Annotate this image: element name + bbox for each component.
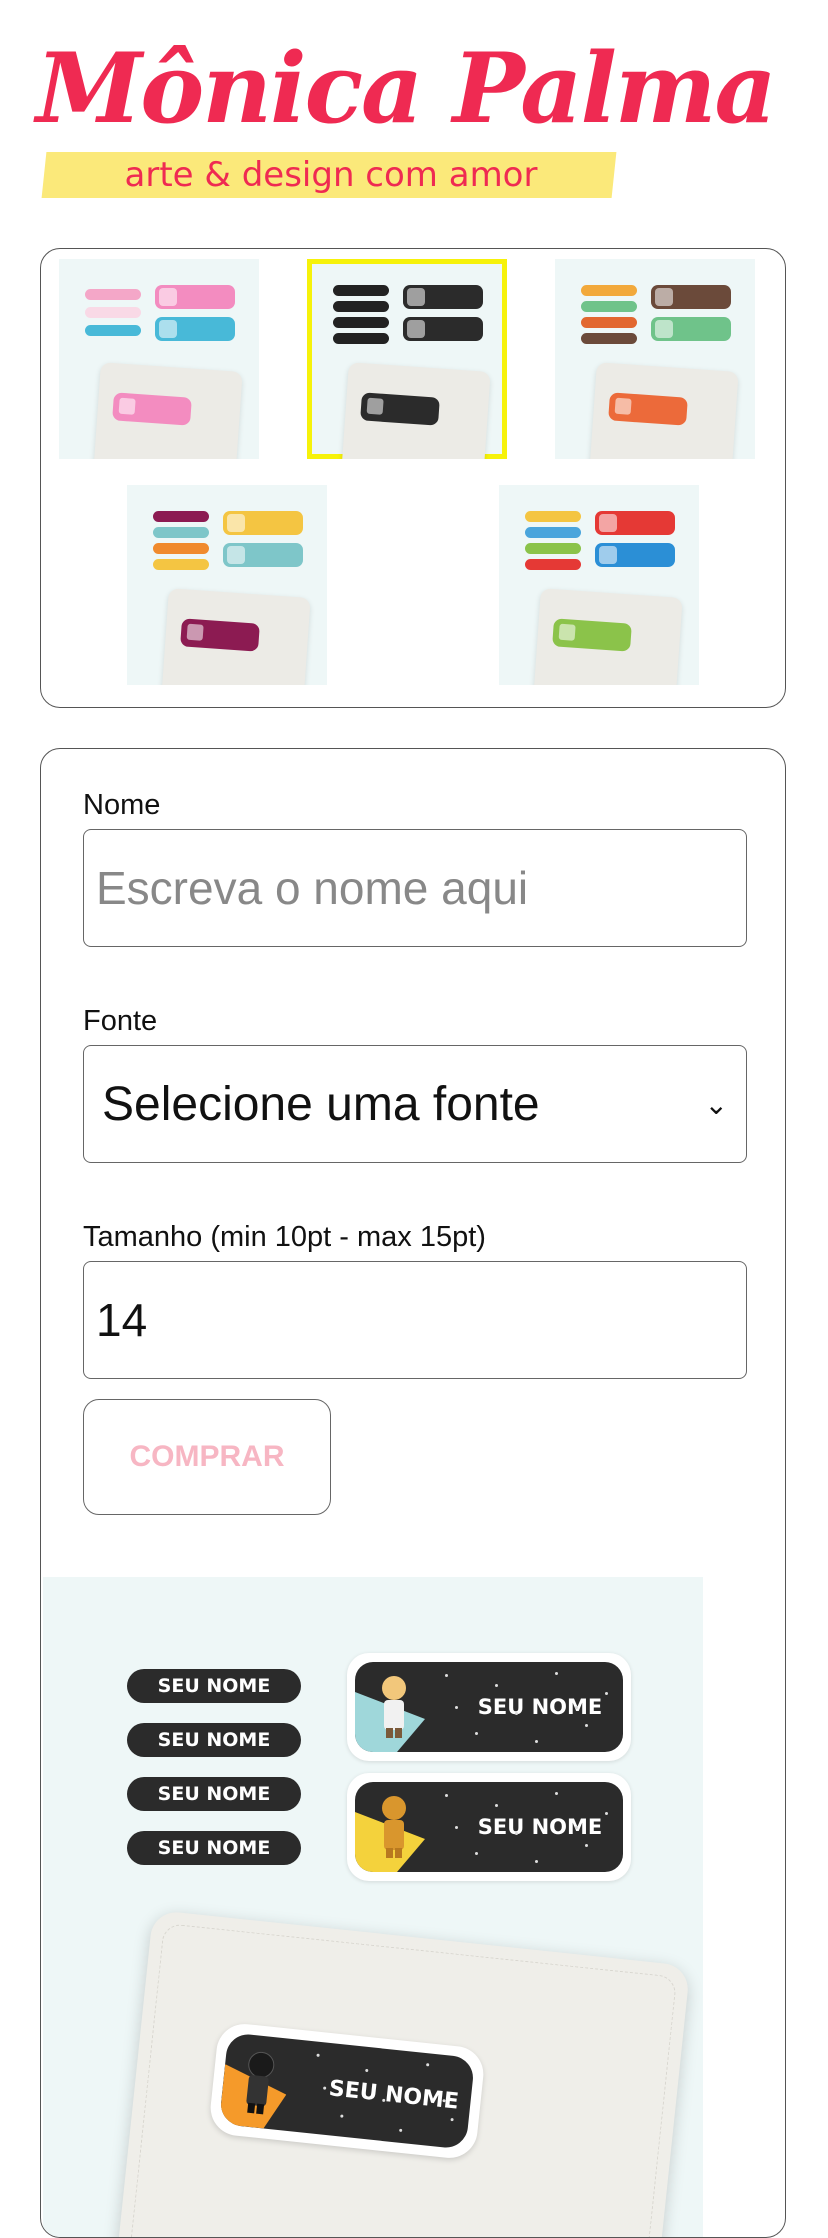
- sample-bar: [85, 307, 141, 318]
- size-input[interactable]: [83, 1261, 747, 1379]
- sample-label: [651, 285, 731, 309]
- star-icon: [445, 1674, 448, 1677]
- sample-bar: [333, 285, 389, 296]
- theme-thumbnail-pink-unicorn-theme[interactable]: [59, 259, 259, 459]
- star-icon: [585, 1724, 588, 1727]
- star-icon: [585, 1844, 588, 1847]
- star-icon: [535, 1860, 538, 1863]
- font-select-value: Selecione uma fonte: [102, 1077, 540, 1131]
- star-icon: [455, 1706, 458, 1709]
- theme-gallery: [40, 248, 786, 708]
- star-icon: [515, 1832, 518, 1835]
- sample-label: [223, 511, 303, 535]
- star-icon: [535, 1740, 538, 1743]
- big-label-text: SEU NOME: [477, 1815, 603, 1839]
- star-icon: [475, 1732, 478, 1735]
- big-label-text: SEU NOME: [477, 1695, 603, 1719]
- sample-bar: [153, 527, 209, 538]
- star-icon: [316, 2053, 320, 2057]
- small-label: SEU NOME: [127, 1669, 301, 1703]
- sample-label: [155, 317, 235, 341]
- sample-label: [651, 317, 731, 341]
- star-icon: [475, 1852, 478, 1855]
- sample-bar: [333, 333, 389, 344]
- sample-bar: [153, 559, 209, 570]
- sample-bar: [153, 543, 209, 554]
- product-preview-image: SEU NOME SEU NOME SEU NOME SEU NOME SEU …: [43, 1577, 703, 2237]
- small-label: SEU NOME: [127, 1831, 301, 1865]
- sample-bar: [333, 301, 389, 312]
- sample-bar: [525, 543, 581, 554]
- star-icon: [575, 1706, 578, 1709]
- star-icon: [605, 1692, 608, 1695]
- sample-label: [403, 317, 483, 341]
- star-icon: [555, 1672, 558, 1675]
- name-label: Nome: [83, 789, 161, 821]
- sample-bar: [153, 511, 209, 522]
- c3po-figure-icon: [377, 1796, 411, 1858]
- sample-label: [595, 543, 675, 567]
- sample-label: [403, 285, 483, 309]
- star-icon: [495, 1684, 498, 1687]
- sample-bar: [581, 285, 637, 296]
- vader-figure-icon: [238, 2050, 278, 2115]
- name-input[interactable]: [83, 829, 747, 947]
- theme-thumbnail-dark-starwars-theme[interactable]: [307, 259, 507, 459]
- star-icon: [473, 2088, 476, 2092]
- luke-figure-icon: [377, 1676, 411, 1738]
- sample-bar: [333, 317, 389, 328]
- sample-bar: [581, 333, 637, 344]
- star-icon: [605, 1812, 608, 1815]
- brand-tagline: arte & design com amor: [124, 155, 538, 195]
- sample-bar: [85, 289, 141, 300]
- font-label: Fonte: [83, 1005, 158, 1037]
- small-label: SEU NOME: [127, 1777, 301, 1811]
- buy-button[interactable]: COMPRAR: [83, 1399, 331, 1515]
- sample-notebook-label: [360, 392, 440, 426]
- star-icon: [455, 1826, 458, 1829]
- sample-label: [595, 511, 675, 535]
- theme-thumbnail-dinosaur-theme[interactable]: [555, 259, 755, 459]
- star-icon: [575, 1826, 578, 1829]
- sample-bar: [525, 527, 581, 538]
- size-label: Tamanho (min 10pt - max 15pt): [83, 1221, 486, 1253]
- big-label-c3po: SEU NOME: [347, 1773, 631, 1881]
- small-label: SEU NOME: [127, 1723, 301, 1757]
- sample-bar: [85, 325, 141, 336]
- sample-notebook-label: [180, 618, 260, 652]
- theme-thumbnail-purple-dino-theme[interactable]: [127, 485, 327, 685]
- font-select[interactable]: Selecione uma fonte ⌄: [83, 1045, 747, 1163]
- sample-bar: [581, 301, 637, 312]
- sample-bar: [525, 511, 581, 522]
- sample-notebook-label: [112, 392, 192, 426]
- sample-bar: [525, 559, 581, 570]
- brand-logo[interactable]: Mônica Palma arte & design com amor: [36, 34, 777, 204]
- sample-notebook-label: [552, 618, 632, 652]
- star-icon: [555, 1792, 558, 1795]
- customization-form: Nome Fonte Selecione uma fonte ⌄ Tamanho…: [40, 748, 786, 2238]
- sample-bar: [581, 317, 637, 328]
- planner-label-text: SEU NOME: [327, 2076, 460, 2115]
- sample-label: [155, 285, 235, 309]
- star-icon: [445, 1794, 448, 1797]
- big-label-luke: SEU NOME: [347, 1653, 631, 1761]
- sample-notebook-label: [608, 392, 688, 426]
- chevron-down-icon: ⌄: [704, 1088, 728, 1120]
- theme-thumbnail-superhero-theme[interactable]: [499, 485, 699, 685]
- sample-label: [223, 543, 303, 567]
- star-icon: [515, 1712, 518, 1715]
- star-icon: [495, 1804, 498, 1807]
- brand-name: Mônica Palma: [36, 32, 777, 145]
